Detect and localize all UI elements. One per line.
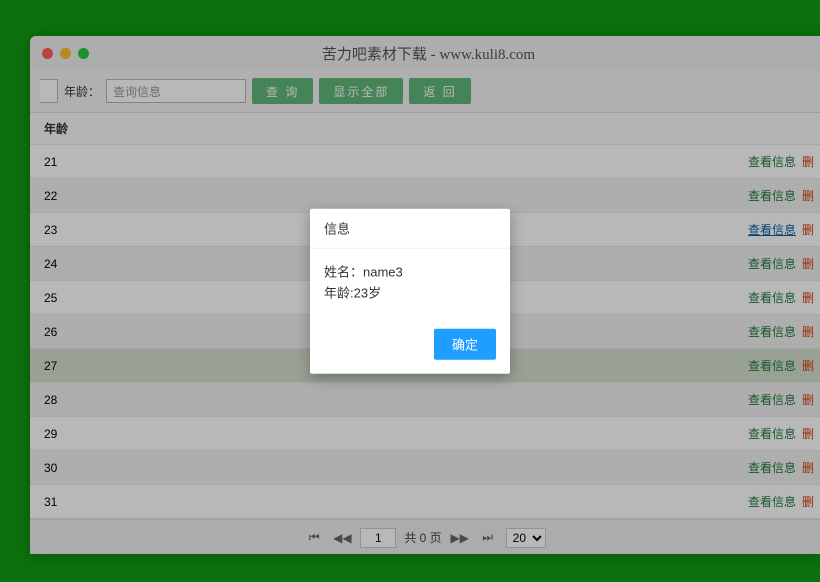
modal-body: 姓名：name3 年龄:23岁 (310, 249, 510, 319)
modal-title: 信息 (310, 209, 510, 249)
info-modal: 信息 姓名：name3 年龄:23岁 确定 (310, 209, 510, 374)
modal-footer: 确定 (310, 318, 510, 373)
ok-button[interactable]: 确定 (434, 328, 496, 359)
modal-line-name: 姓名：name3 (324, 263, 496, 284)
modal-line-age: 年龄:23岁 (324, 284, 496, 305)
